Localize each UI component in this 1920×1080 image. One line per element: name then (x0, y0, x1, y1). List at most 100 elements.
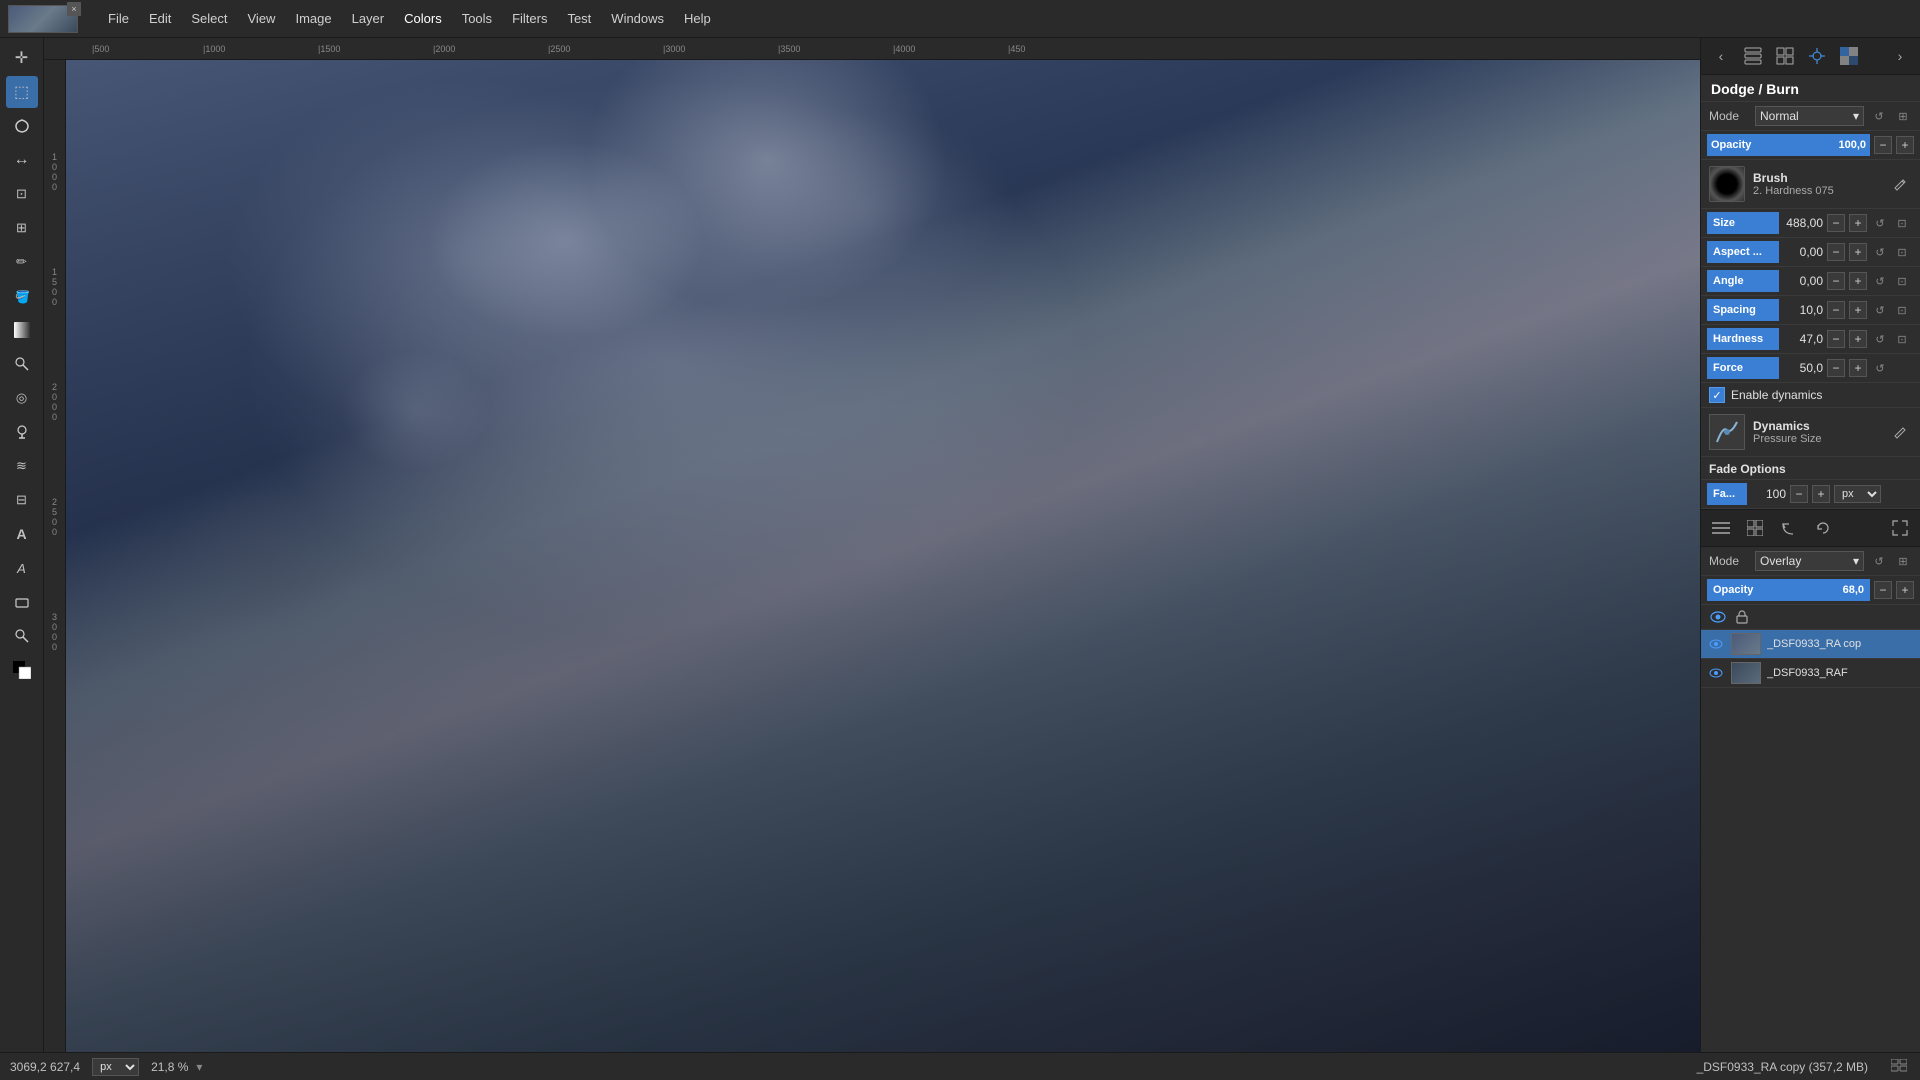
tool-text-path[interactable]: A (6, 552, 38, 584)
menu-tools[interactable]: Tools (452, 7, 502, 30)
tool-pencil[interactable]: ✏ (6, 246, 38, 278)
menu-edit[interactable]: Edit (139, 7, 181, 30)
angle-reset[interactable]: ↺ (1871, 272, 1889, 290)
bottom-mode-reset[interactable]: ↺ (1870, 552, 1888, 570)
layer-row-base[interactable]: _DSF0933_RAF (1701, 659, 1920, 688)
menu-layer[interactable]: Layer (342, 7, 395, 30)
bottom-opacity-decrement[interactable]: − (1874, 581, 1892, 599)
tool-paint-bucket[interactable]: 🪣 (6, 280, 38, 312)
enable-dynamics-checkbox[interactable]: ✓ (1709, 387, 1725, 403)
menu-file[interactable]: File (98, 7, 139, 30)
bottom-mode-expand[interactable]: ⊞ (1894, 552, 1912, 570)
angle-slider[interactable]: Angle (1707, 270, 1779, 292)
hardness-slider[interactable]: Hardness (1707, 328, 1779, 350)
fade-increment[interactable]: + (1812, 485, 1830, 503)
size-reset[interactable]: ↺ (1871, 214, 1889, 232)
panel-grid-btn[interactable] (1771, 42, 1799, 70)
menu-help[interactable]: Help (674, 7, 721, 30)
ptab-grid[interactable] (1741, 514, 1769, 542)
fade-slider[interactable]: Fa... (1707, 483, 1747, 505)
tool-eraser[interactable] (6, 586, 38, 618)
aspect-decrement[interactable]: − (1827, 243, 1845, 261)
tool-crop[interactable]: ⊡ (6, 178, 38, 210)
layer-eye-base[interactable] (1707, 664, 1725, 682)
tool-dodge-burn[interactable] (6, 416, 38, 448)
menu-windows[interactable]: Windows (601, 7, 674, 30)
tool-foreground-bg[interactable] (6, 654, 38, 686)
menu-test[interactable]: Test (557, 7, 601, 30)
size-slider[interactable]: Size (1707, 212, 1779, 234)
tool-move[interactable]: ✛ (6, 42, 38, 74)
menu-colors[interactable]: Colors (394, 7, 452, 30)
angle-decrement[interactable]: − (1827, 272, 1845, 290)
tool-transform[interactable]: ↔ (6, 144, 38, 176)
dynamics-edit-btn[interactable] (1890, 421, 1912, 443)
angle-increment[interactable]: + (1849, 272, 1867, 290)
brush-edit-btn[interactable] (1890, 173, 1912, 195)
fade-decrement[interactable]: − (1790, 485, 1808, 503)
layer-eye-copy[interactable] (1707, 635, 1725, 653)
menu-image[interactable]: Image (285, 7, 341, 30)
spacing-reset[interactable]: ↺ (1871, 301, 1889, 319)
layer-row-copy[interactable]: _DSF0933_RA cop (1701, 630, 1920, 659)
bottom-mode-dropdown[interactable]: Overlay ▾ (1755, 551, 1864, 571)
hardness-reset[interactable]: ↺ (1871, 330, 1889, 348)
force-reset[interactable]: ↺ (1871, 359, 1889, 377)
canvas-thumbnail[interactable]: × (8, 5, 78, 33)
opacity-slider[interactable]: Opacity 100,0 (1707, 134, 1870, 156)
spacing-slider[interactable]: Spacing (1707, 299, 1779, 321)
aspect-reset[interactable]: ↺ (1871, 243, 1889, 261)
panel-tool-btn[interactable] (1803, 42, 1831, 70)
aspect-increment[interactable]: + (1849, 243, 1867, 261)
zoom-dropdown[interactable]: ▾ (191, 1059, 207, 1075)
size-decrement[interactable]: − (1827, 214, 1845, 232)
hardness-chain[interactable]: ⊡ (1893, 330, 1911, 348)
ptab-stack[interactable] (1707, 514, 1735, 542)
mode-dropdown[interactable]: Normal ▾ (1755, 106, 1864, 126)
tool-align[interactable]: ⊟ (6, 484, 38, 516)
size-chain[interactable]: ⊡ (1893, 214, 1911, 232)
tool-lasso[interactable] (6, 110, 38, 142)
panel-color-btn[interactable] (1835, 42, 1863, 70)
menu-filters[interactable]: Filters (502, 7, 557, 30)
force-increment[interactable]: + (1849, 359, 1867, 377)
tool-rectangle-select[interactable]: ⬚ (6, 76, 38, 108)
brush-preview[interactable] (1709, 166, 1745, 202)
canvas-area[interactable] (66, 60, 1700, 1052)
aspect-chain[interactable]: ⊡ (1893, 243, 1911, 261)
tool-brush[interactable] (6, 348, 38, 380)
menu-view[interactable]: View (238, 7, 286, 30)
tool-text[interactable]: A (6, 518, 38, 550)
spacing-chain[interactable]: ⊡ (1893, 301, 1911, 319)
ptab-history[interactable] (1775, 514, 1803, 542)
fade-unit-select[interactable]: px mm % (1834, 485, 1881, 503)
ptab-undo[interactable] (1809, 514, 1837, 542)
layer-eye-icon[interactable] (1709, 608, 1727, 626)
force-slider[interactable]: Force (1707, 357, 1779, 379)
menu-select[interactable]: Select (181, 7, 237, 30)
hardness-decrement[interactable]: − (1827, 330, 1845, 348)
tool-smudge[interactable]: ≋ (6, 450, 38, 482)
panel-layers-btn[interactable] (1739, 42, 1767, 70)
tool-airbrush[interactable]: ◎ (6, 382, 38, 414)
spacing-increment[interactable]: + (1849, 301, 1867, 319)
size-increment[interactable]: + (1849, 214, 1867, 232)
mode-reset-btn[interactable]: ↺ (1870, 107, 1888, 125)
layer-lock-icon[interactable] (1733, 608, 1751, 626)
opacity-decrement[interactable]: − (1874, 136, 1892, 154)
tool-gradient[interactable] (6, 314, 38, 346)
status-fit-btn[interactable] (1888, 1056, 1910, 1078)
bottom-opacity-slider[interactable]: Opacity 68,0 (1707, 579, 1870, 601)
hardness-increment[interactable]: + (1849, 330, 1867, 348)
panel-prev-btn[interactable]: ‹ (1707, 42, 1735, 70)
aspect-slider[interactable]: Aspect ... (1707, 241, 1779, 263)
bottom-opacity-increment[interactable]: + (1896, 581, 1914, 599)
ptab-expand[interactable] (1886, 514, 1914, 542)
force-decrement[interactable]: − (1827, 359, 1845, 377)
dynamics-icon[interactable] (1709, 414, 1745, 450)
spacing-decrement[interactable]: − (1827, 301, 1845, 319)
opacity-increment[interactable]: + (1896, 136, 1914, 154)
angle-chain[interactable]: ⊡ (1893, 272, 1911, 290)
unit-select[interactable]: px mm % (92, 1058, 139, 1076)
tool-zoom[interactable] (6, 620, 38, 652)
